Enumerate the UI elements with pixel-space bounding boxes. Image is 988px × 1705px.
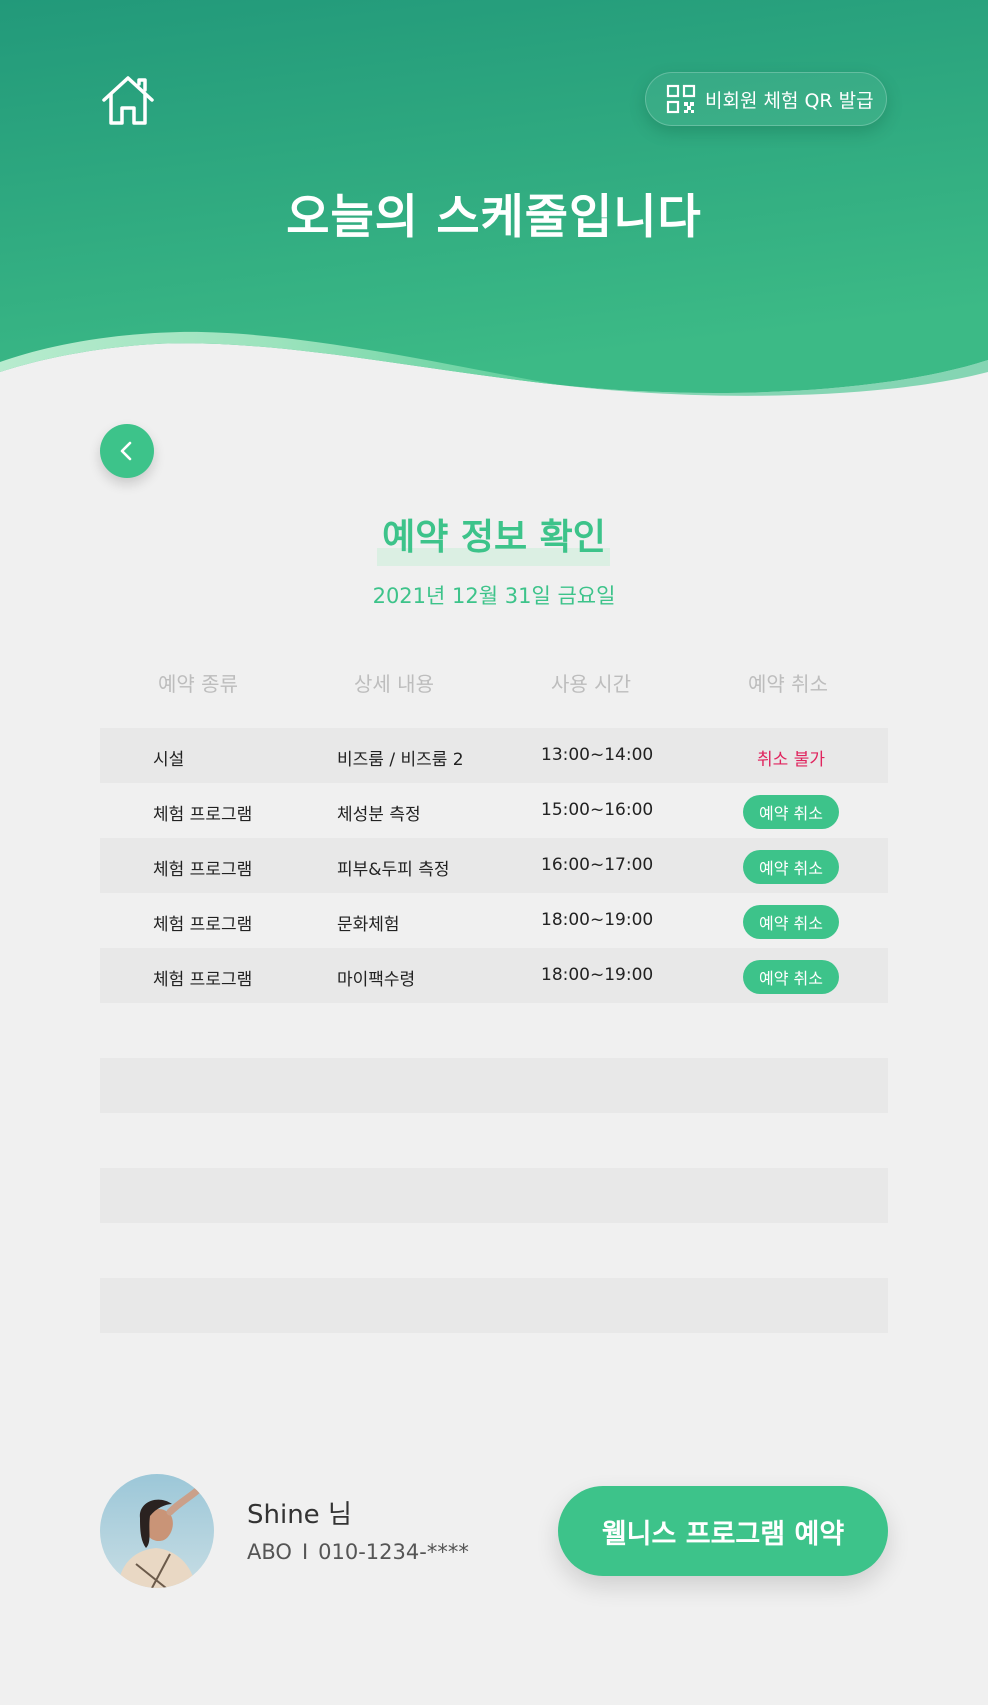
- section-title: 예약 정보 확인: [0, 508, 988, 566]
- reservation-table: 시설 비즈룸 / 비즈룸 2 13:00~14:00 취소 불가 체험 프로그램…: [100, 728, 888, 1333]
- header: 비회원 체험 QR 발급 오늘의 스케줄입니다: [0, 0, 988, 410]
- qr-code-icon: [666, 84, 696, 114]
- row-time: 13:00~14:00: [541, 745, 654, 765]
- row-type: 체험 프로그램: [153, 970, 253, 990]
- row-time: 16:00~17:00: [541, 855, 654, 875]
- table-row: 체험 프로그램 체성분 측정 15:00~16:00 예약 취소: [100, 783, 888, 838]
- row-type: 체험 프로그램: [153, 860, 253, 880]
- qr-issue-button[interactable]: 비회원 체험 QR 발급: [645, 72, 887, 126]
- user-name: Shine 님: [247, 1500, 352, 1530]
- row-time: 18:00~19:00: [541, 965, 654, 985]
- avatar: [100, 1474, 214, 1588]
- cancel-reservation-button[interactable]: 예약 취소: [743, 960, 839, 994]
- cancel-reservation-button[interactable]: 예약 취소: [743, 905, 839, 939]
- user-phone: 010-1234-****: [318, 1540, 469, 1564]
- user-group: ABO: [247, 1540, 292, 1564]
- empty-row: [100, 1168, 888, 1223]
- table-row: 체험 프로그램 피부&두피 측정 16:00~17:00 예약 취소: [100, 838, 888, 893]
- home-icon: [102, 76, 154, 125]
- page-title: 오늘의 스케줄입니다: [286, 190, 702, 245]
- row-detail: 피부&두피 측정: [337, 860, 450, 880]
- empty-row: [100, 1058, 888, 1113]
- empty-row: [100, 1113, 888, 1168]
- user-info: ABO I 010-1234-****: [247, 1540, 469, 1564]
- empty-row: [100, 1223, 888, 1278]
- cancel-unavailable-label: 취소 불가: [757, 749, 825, 770]
- qr-issue-label: 비회원 체험 QR 발급: [705, 89, 874, 112]
- row-detail: 비즈룸 / 비즈룸 2: [337, 750, 464, 770]
- table-row: 체험 프로그램 마이팩수령 18:00~19:00 예약 취소: [100, 948, 888, 1003]
- column-header-time: 사용 시간: [551, 672, 631, 696]
- table-row: 시설 비즈룸 / 비즈룸 2 13:00~14:00 취소 불가: [100, 728, 888, 783]
- table-row: 체험 프로그램 문화체험 18:00~19:00 예약 취소: [100, 893, 888, 948]
- row-time: 18:00~19:00: [541, 910, 654, 930]
- empty-row: [100, 1003, 888, 1058]
- column-header-cancel: 예약 취소: [748, 672, 828, 696]
- avatar-image: [100, 1474, 214, 1588]
- row-time: 15:00~16:00: [541, 800, 654, 820]
- row-type: 시설: [153, 750, 185, 770]
- row-type: 체험 프로그램: [153, 915, 253, 935]
- table-header: 예약 종류 상세 내용 사용 시간 예약 취소: [100, 668, 888, 702]
- cancel-reservation-button[interactable]: 예약 취소: [743, 850, 839, 884]
- home-button[interactable]: [98, 72, 158, 128]
- reservation-date: 2021년 12월 31일 금요일: [372, 584, 616, 608]
- empty-row: [100, 1278, 888, 1333]
- column-header-type: 예약 종류: [158, 672, 238, 696]
- row-detail: 마이팩수령: [337, 970, 416, 990]
- row-type: 체험 프로그램: [153, 805, 253, 825]
- reservation-title: 예약 정보 확인: [382, 517, 606, 558]
- cancel-reservation-button[interactable]: 예약 취소: [743, 795, 839, 829]
- wellness-booking-button[interactable]: 웰니스 프로그램 예약: [558, 1486, 888, 1576]
- chevron-left-icon: [120, 441, 132, 461]
- info-separator: I: [301, 1540, 309, 1564]
- column-header-detail: 상세 내용: [354, 672, 434, 696]
- user-profile: Shine 님 ABO I 010-1234-****: [100, 1474, 500, 1588]
- back-button[interactable]: [100, 424, 154, 478]
- row-detail: 문화체험: [337, 915, 400, 935]
- row-detail: 체성분 측정: [337, 805, 421, 825]
